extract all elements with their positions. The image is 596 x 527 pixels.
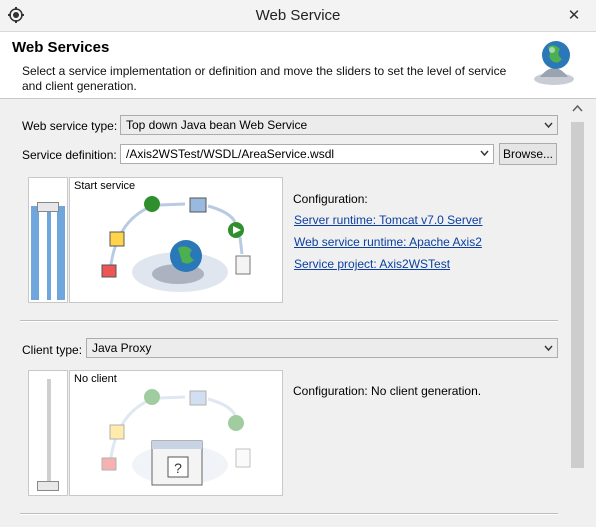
client-type-value: Java Proxy bbox=[92, 341, 152, 355]
service-level-label: Start service bbox=[74, 180, 136, 192]
banner-title: Web Services bbox=[12, 39, 110, 56]
service-type-label: Web service type: bbox=[22, 119, 118, 133]
client-config-text: Configuration: No client generation. bbox=[293, 384, 482, 398]
chevron-down-icon bbox=[544, 122, 553, 129]
service-diagram: Start service bbox=[69, 177, 283, 303]
ws-runtime-link[interactable]: Web service runtime: Apache Axis2 bbox=[294, 235, 482, 249]
slider-track-right bbox=[57, 206, 65, 300]
slider-track-left bbox=[31, 206, 39, 300]
wizard-content: Web service type: Top down Java bean Web… bbox=[0, 99, 568, 527]
banner-description: Select a service implementation or defin… bbox=[22, 64, 507, 93]
window-title: Web Service bbox=[255, 7, 341, 24]
service-definition-input[interactable]: /Axis2WSTest/WSDL/AreaService.wsdl bbox=[120, 144, 494, 164]
service-lifecycle-diagram bbox=[101, 196, 251, 292]
service-level-slider[interactable] bbox=[28, 177, 68, 303]
client-type-label: Client type: bbox=[22, 343, 83, 357]
client-level-slider[interactable] bbox=[28, 370, 68, 496]
service-definition-label: Service definition: bbox=[22, 148, 117, 162]
client-level-label: No client bbox=[74, 373, 117, 385]
client-diagram: No client ? bbox=[69, 370, 283, 496]
slider-thumb[interactable] bbox=[37, 481, 59, 491]
client-window-question-icon: ? bbox=[151, 440, 203, 486]
scrollbar-thumb[interactable] bbox=[571, 122, 584, 468]
svg-text:?: ? bbox=[174, 460, 182, 476]
separator bbox=[20, 513, 558, 515]
service-project-link[interactable]: Service project: Axis2WSTest bbox=[294, 257, 450, 271]
separator bbox=[20, 320, 558, 322]
scroll-up-icon[interactable] bbox=[569, 101, 586, 117]
slider-track bbox=[47, 206, 51, 300]
close-button[interactable]: ✕ bbox=[560, 6, 588, 26]
chevron-down-icon[interactable] bbox=[480, 149, 489, 158]
service-definition-value: /Axis2WSTest/WSDL/AreaService.wsdl bbox=[126, 147, 335, 161]
server-runtime-link[interactable]: Server runtime: Tomcat v7.0 Server bbox=[294, 213, 483, 227]
globe-service-icon bbox=[534, 41, 574, 85]
service-type-value: Top down Java bean Web Service bbox=[126, 118, 308, 132]
service-type-combo[interactable]: Top down Java bean Web Service bbox=[120, 115, 558, 135]
browse-button[interactable]: Browse... bbox=[499, 143, 557, 165]
client-type-combo[interactable]: Java Proxy bbox=[86, 338, 558, 358]
chevron-down-icon bbox=[544, 345, 553, 352]
slider-thumb[interactable] bbox=[37, 202, 59, 212]
slider-track bbox=[47, 379, 51, 491]
service-config-heading: Configuration: bbox=[293, 192, 368, 206]
wizard-banner: Web Services Select a service implementa… bbox=[0, 32, 596, 99]
